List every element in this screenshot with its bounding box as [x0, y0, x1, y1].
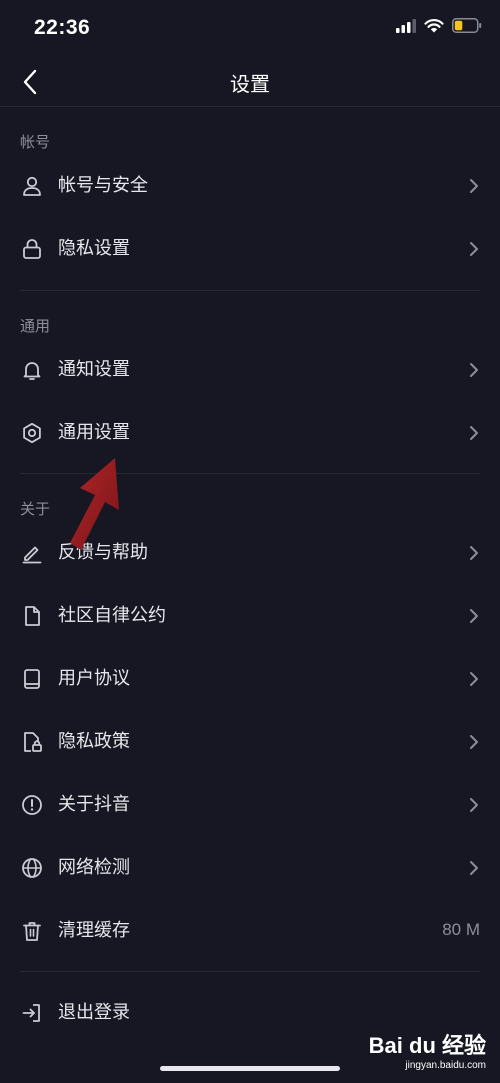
section-label-about: 关于 [20, 500, 51, 518]
globe-icon [20, 856, 44, 880]
chevron-right-icon [468, 859, 480, 877]
row-label: 通用设置 [58, 422, 130, 443]
wifi-icon [424, 18, 444, 33]
row-label: 隐私政策 [58, 731, 130, 752]
section-divider [20, 971, 480, 972]
trash-icon [20, 919, 44, 943]
status-bar: 22:36 [0, 0, 500, 58]
row-network-check[interactable]: 网络检测 [0, 840, 500, 896]
row-label: 网络检测 [58, 857, 130, 878]
document-icon [20, 604, 44, 628]
chevron-right-icon [468, 424, 480, 442]
chevron-right-icon [468, 177, 480, 195]
chevron-right-icon [468, 544, 480, 562]
battery-icon [452, 18, 482, 33]
gear-icon [20, 421, 44, 445]
row-about-douyin[interactable]: 关于抖音 [0, 777, 500, 833]
row-label: 用户协议 [58, 668, 130, 689]
navigation-bar: 设置 [0, 58, 500, 107]
cellular-signal-icon [396, 18, 416, 33]
row-community-rules[interactable]: 社区自律公约 [0, 588, 500, 644]
document-lock-icon [20, 730, 44, 754]
status-time: 22:36 [34, 16, 91, 39]
chevron-right-icon [468, 240, 480, 258]
section-label-general: 通用 [20, 317, 51, 335]
section-divider [20, 290, 480, 291]
watermark-logo: Bai du 经验 [368, 1033, 486, 1058]
row-label: 帐号与安全 [58, 175, 148, 196]
chevron-right-icon [468, 796, 480, 814]
row-clear-cache[interactable]: 清理缓存 80 M [0, 903, 500, 959]
edit-icon [20, 541, 44, 565]
chevron-right-icon [468, 607, 480, 625]
user-icon [20, 174, 44, 198]
row-privacy-settings[interactable]: 隐私设置 [0, 221, 500, 277]
section-label-account: 帐号 [20, 133, 51, 151]
page-title: 设置 [230, 72, 270, 96]
bell-icon [20, 358, 44, 382]
row-account-security[interactable]: 帐号与安全 [0, 158, 500, 214]
row-label: 隐私设置 [58, 238, 130, 259]
logout-icon [20, 1001, 44, 1025]
row-label: 关于抖音 [58, 794, 130, 815]
cache-size-value: 80 M [442, 920, 480, 939]
row-label: 社区自律公约 [58, 605, 166, 626]
lock-icon [20, 237, 44, 261]
row-label: 退出登录 [58, 1002, 130, 1023]
row-notification-settings[interactable]: 通知设置 [0, 342, 500, 398]
chevron-right-icon [468, 733, 480, 751]
book-icon [20, 667, 44, 691]
row-label: 通知设置 [58, 359, 130, 380]
row-user-agreement[interactable]: 用户协议 [0, 651, 500, 707]
watermark-url: jingyan.baidu.com [405, 1060, 486, 1071]
home-indicator [160, 1066, 340, 1071]
row-privacy-policy[interactable]: 隐私政策 [0, 714, 500, 770]
status-icons [396, 18, 482, 33]
chevron-right-icon [468, 361, 480, 379]
row-label: 清理缓存 [58, 920, 130, 941]
chevron-right-icon [468, 670, 480, 688]
watermark: Bai du 经验 jingyan.baidu.com [369, 1028, 492, 1078]
annotation-arrow [60, 455, 130, 555]
row-general-settings[interactable]: 通用设置 [0, 405, 500, 461]
info-circle-icon [20, 793, 44, 817]
